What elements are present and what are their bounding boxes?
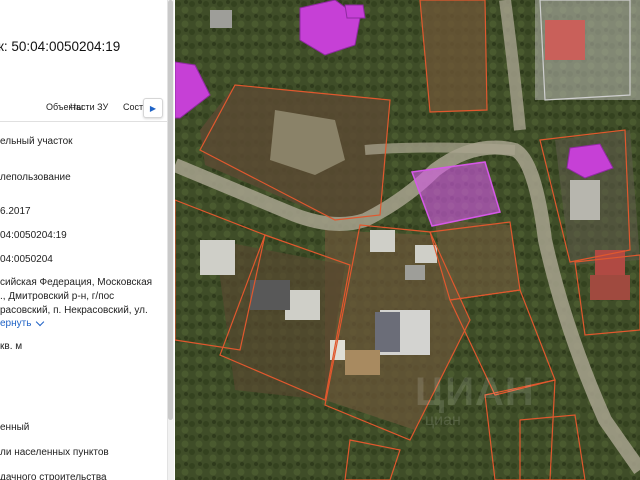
collapse-link-label: ернуть — [0, 318, 32, 329]
address-line-1: сийская Федерация, Московская — [0, 277, 153, 288]
map-watermark-sub: циан — [425, 412, 461, 429]
chevron-down-icon — [36, 317, 45, 327]
cadastral-number-title: к: 50:04:0050204:19 — [0, 39, 121, 54]
permitted-use-value: лепользование — [0, 172, 71, 183]
address-line-2: ., Дмитровский р-н, г/пос — [0, 291, 115, 302]
info-panel: к: 50:04:0050204:19 Объекты Части ЗУ Сос… — [0, 0, 167, 480]
tabs-next-button[interactable]: ▶ — [143, 98, 163, 118]
land-category-value: ли населенных пунктов — [0, 447, 109, 458]
map-watermark: ЦИАН — [415, 370, 535, 414]
map-imagery — [175, 0, 640, 480]
panel-scrollbar-thumb[interactable] — [168, 0, 173, 420]
parcel-type-value: ельный участок — [0, 136, 73, 147]
area-value: кв. м — [0, 341, 23, 352]
tab-parts[interactable]: Части ЗУ — [70, 102, 108, 112]
chevron-right-icon: ▶ — [149, 103, 157, 113]
cadastral-number-value: 04:0050204:19 — [0, 230, 67, 241]
use-type-value: дачного строительства — [0, 472, 107, 480]
collapse-address-link[interactable]: ернуть — [0, 317, 45, 329]
satellite-map[interactable]: ЦИАН циан — [175, 0, 640, 480]
status-value: енный — [0, 422, 30, 433]
cadastral-quarter-value: 04:0050204 — [0, 254, 53, 265]
address-line-3: расовский, п. Некрасовский, ул. — [0, 305, 148, 316]
tab-bar: Объекты Части ЗУ Состав — [0, 92, 167, 122]
date-value: 6.2017 — [0, 206, 31, 217]
